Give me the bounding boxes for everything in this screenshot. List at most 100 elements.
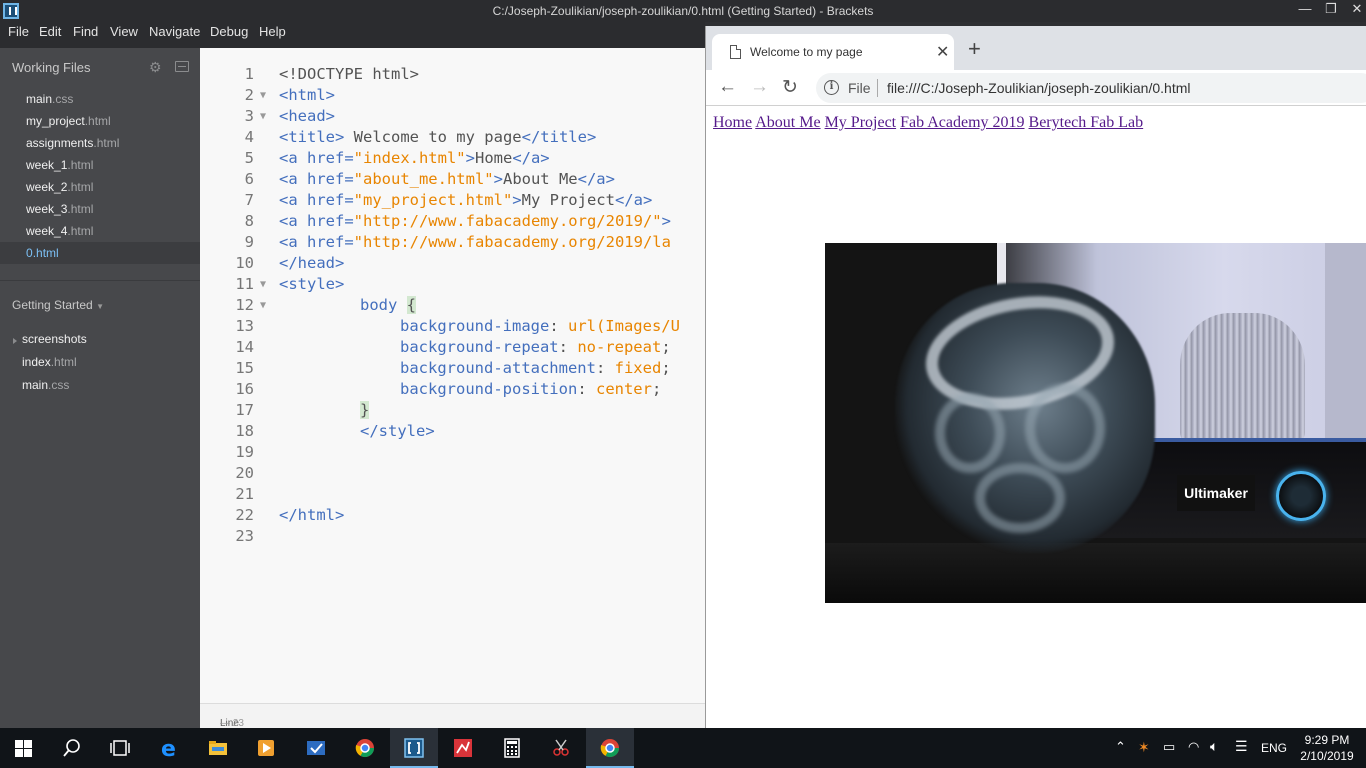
working-file-0-html[interactable]: 0.html (0, 242, 200, 264)
forward-icon[interactable]: → (750, 76, 769, 98)
working-file-week-1[interactable]: week_1.html (26, 158, 196, 172)
code-line: 12 ▼ body { (235, 295, 417, 316)
language-indicator[interactable]: ENG (1261, 741, 1287, 755)
tab-strip: Welcome to my page ✕ + (706, 26, 1366, 70)
search-button[interactable] (48, 728, 96, 768)
menu-navigate[interactable]: Navigate (149, 24, 200, 39)
taskbar-media[interactable] (242, 728, 290, 768)
working-file-main-css[interactable]: main.css (26, 92, 196, 106)
taskbar-snipping[interactable] (537, 728, 585, 768)
menu-debug[interactable]: Debug (210, 24, 248, 39)
browser-window: Welcome to my page ✕ + ← → ↻ i File file… (705, 26, 1366, 738)
working-file-week-3[interactable]: week_3.html (26, 202, 196, 216)
working-file-my-project[interactable]: my_project.html (26, 114, 196, 128)
fold-icon[interactable]: ▼ (260, 106, 266, 127)
working-files-heading: Working Files (12, 60, 91, 75)
menu-view[interactable]: View (110, 24, 138, 39)
new-tab-button[interactable]: + (968, 38, 981, 60)
code-line: 4 <title> Welcome to my page</title> (244, 128, 597, 146)
link-my-project[interactable]: My Project (825, 114, 897, 131)
fold-icon[interactable]: ▼ (260, 295, 266, 316)
tree-folder-screenshots[interactable]: screenshots (22, 332, 87, 346)
page-nav: Home About Me My Project Fab Academy 201… (713, 114, 1143, 132)
clock-date: 2/10/2019 (1300, 749, 1354, 763)
sidebar: Working Files ⚙ main.css my_project.html… (0, 48, 200, 728)
taskbar-file-explorer[interactable] (194, 728, 242, 768)
wifi-icon[interactable]: ◠ (1188, 739, 1199, 755)
taskbar-chrome-2[interactable] (586, 728, 634, 768)
taskbar-calculator[interactable] (488, 728, 536, 768)
start-button[interactable] (0, 728, 48, 768)
windows-icon (15, 740, 32, 757)
taskbar-app[interactable] (439, 728, 487, 768)
svg-text:e: e (161, 738, 176, 758)
info-icon[interactable]: i (824, 80, 839, 95)
link-about-me[interactable]: About Me (755, 114, 820, 131)
chrome-icon (600, 739, 619, 758)
url-text[interactable]: file:///C:/Joseph-Zoulikian/joseph-zouli… (887, 80, 1190, 96)
search-icon (63, 739, 80, 757)
working-file-assignments[interactable]: assignments.html (26, 136, 196, 150)
link-berytech[interactable]: Berytech Fab Lab (1029, 114, 1144, 131)
fold-icon[interactable]: ▼ (260, 274, 266, 295)
battery-icon[interactable]: ▭ (1163, 739, 1175, 755)
taskbar-chrome-1[interactable] (341, 728, 389, 768)
reload-icon[interactable]: ↻ (782, 76, 798, 99)
code-line: 21 (235, 485, 254, 503)
edge-icon: e (161, 738, 176, 758)
code-line: 17} (235, 401, 370, 419)
taskbar-tasks[interactable] (292, 728, 340, 768)
menu-help[interactable]: Help (259, 24, 286, 39)
code-line: 2 ▼ <html> (244, 85, 335, 106)
back-icon[interactable]: ← (718, 76, 737, 98)
volume-icon[interactable]: 🔈︎ (1210, 738, 1218, 755)
link-home[interactable]: Home (713, 114, 752, 131)
code-line: 3 ▼ <head> (244, 106, 335, 127)
tab-title: Welcome to my page (750, 45, 863, 59)
menu-find[interactable]: Find (73, 24, 98, 39)
folder-icon (209, 741, 227, 755)
code-line: 13 background-image: url(Images/U (235, 317, 680, 335)
browser-tab[interactable]: Welcome to my page ✕ (712, 34, 954, 70)
status-bar: Line 17, Column 10 — 23 Lines (200, 703, 705, 762)
working-file-week-2[interactable]: week_2.html (26, 180, 196, 194)
address-bar[interactable]: i File file:///C:/Joseph-Zoulikian/josep… (816, 73, 1366, 103)
close-button[interactable]: ✕ (1340, 0, 1366, 22)
close-tab-icon[interactable]: ✕ (936, 42, 949, 62)
scheme-label: File (848, 80, 871, 96)
clock[interactable]: 9:29 PM 2/10/2019 (1296, 732, 1358, 764)
menu-file[interactable]: File (8, 24, 29, 39)
clock-time: 9:29 PM (1304, 733, 1350, 747)
code-line: 22 </html> (235, 506, 345, 524)
task-view-button[interactable] (96, 728, 144, 768)
code-line: 1 <!DOCTYPE html> (244, 65, 419, 83)
notification-icon[interactable]: ☰ (1235, 738, 1248, 755)
folder-expand-icon[interactable] (13, 338, 17, 344)
project-dropdown[interactable]: Getting Started ▼ (12, 298, 104, 312)
code-line: 6 <a href="about_me.html">About Me</a> (244, 170, 615, 188)
menu-edit[interactable]: Edit (39, 24, 61, 39)
tree-file-main-css[interactable]: main.css (22, 378, 69, 392)
code-line: 15 background-attachment: fixed; (235, 359, 671, 377)
taskbar-edge[interactable]: e (146, 728, 194, 768)
fold-icon[interactable]: ▼ (260, 85, 266, 106)
tray-app-icon[interactable]: ✶ (1138, 739, 1150, 756)
tray-overflow-icon[interactable]: ⌃ (1115, 739, 1126, 755)
split-view-icon[interactable] (175, 61, 189, 72)
menu-bar: File Edit Find View Navigate Debug Help (0, 22, 705, 48)
sidebar-divider (0, 280, 200, 281)
calculator-icon (504, 738, 520, 758)
code-line: 10 </head> (235, 254, 345, 272)
code-editor[interactable]: 1 <!DOCTYPE html> 2 ▼ <html> 3 ▼ <head> 4 <tit… (200, 48, 705, 703)
task-view-icon (110, 740, 130, 756)
printer-button-ring (1276, 471, 1326, 521)
link-fab-academy[interactable]: Fab Academy 2019 (900, 114, 1024, 131)
media-player-icon (258, 740, 274, 756)
taskbar-brackets[interactable] (390, 728, 438, 768)
gear-icon[interactable]: ⚙ (149, 59, 162, 76)
tree-file-index[interactable]: index.html (22, 355, 77, 369)
working-file-week-4[interactable]: week_4.html (26, 224, 196, 238)
code-line: 7 <a href="my_project.html">My Project</a… (244, 191, 653, 209)
chrome-icon (355, 739, 374, 758)
page-viewport: Home About Me My Project Fab Academy 201… (706, 106, 1366, 738)
